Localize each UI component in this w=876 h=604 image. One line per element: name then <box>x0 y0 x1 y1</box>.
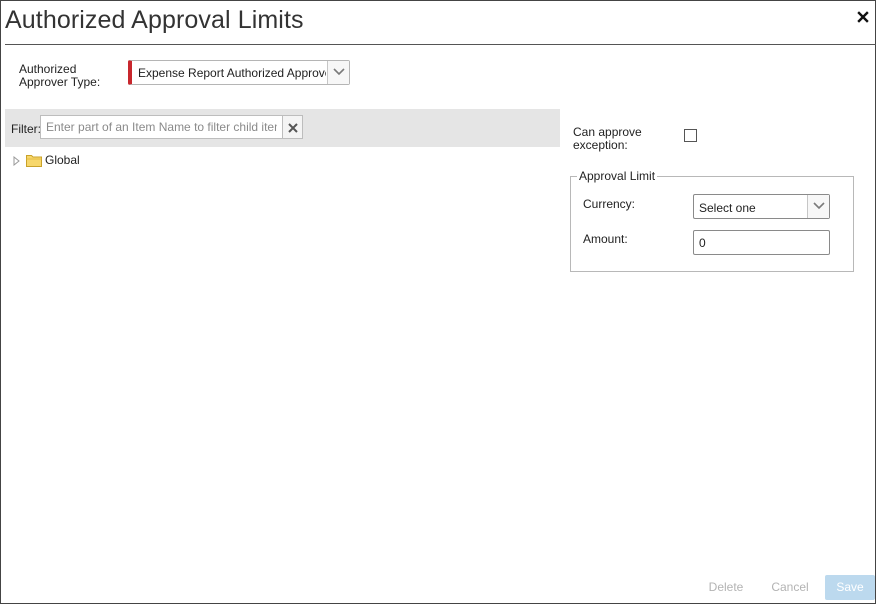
tree-item-label[interactable]: Global <box>45 153 80 167</box>
save-button[interactable]: Save <box>825 575 875 600</box>
amount-label: Amount: <box>583 232 628 246</box>
dialog-title: Authorized Approval Limits <box>5 6 304 34</box>
close-icon[interactable] <box>857 11 869 23</box>
folder-icon <box>26 155 42 167</box>
filter-bar: Filter: <box>5 109 560 147</box>
can-approve-exception-label: Can approve exception: <box>573 125 642 152</box>
filter-label: Filter: <box>11 122 41 136</box>
chevron-down-icon <box>333 68 345 76</box>
approver-type-label: Authorized Approver Type: <box>19 62 101 89</box>
approver-type-select[interactable]: Expense Report Authorized Approver <box>128 60 350 85</box>
currency-dropdown-button[interactable] <box>807 195 829 218</box>
authorized-approval-limits-dialog: Authorized Approval Limits Authorized Ap… <box>0 0 876 604</box>
filter-clear-button[interactable] <box>282 115 303 139</box>
approval-limit-legend: Approval Limit <box>577 169 658 183</box>
cancel-button[interactable]: Cancel <box>765 575 815 600</box>
delete-button[interactable]: Delete <box>701 575 751 600</box>
currency-value: Select one <box>699 201 756 215</box>
chevron-down-icon <box>813 202 825 210</box>
can-approve-exception-checkbox[interactable] <box>684 129 697 142</box>
amount-input[interactable] <box>693 230 830 255</box>
close-icon <box>288 123 298 133</box>
filter-input[interactable] <box>40 115 283 139</box>
close-button[interactable] <box>855 9 871 25</box>
currency-label: Currency: <box>583 197 636 211</box>
approval-limit-group <box>570 176 854 272</box>
currency-select[interactable]: Select one <box>693 194 830 219</box>
approver-type-value: Expense Report Authorized Approver <box>138 66 326 80</box>
approver-type-dropdown-button[interactable] <box>327 61 349 84</box>
expand-arrow-icon[interactable] <box>13 156 21 166</box>
title-divider <box>5 44 876 45</box>
